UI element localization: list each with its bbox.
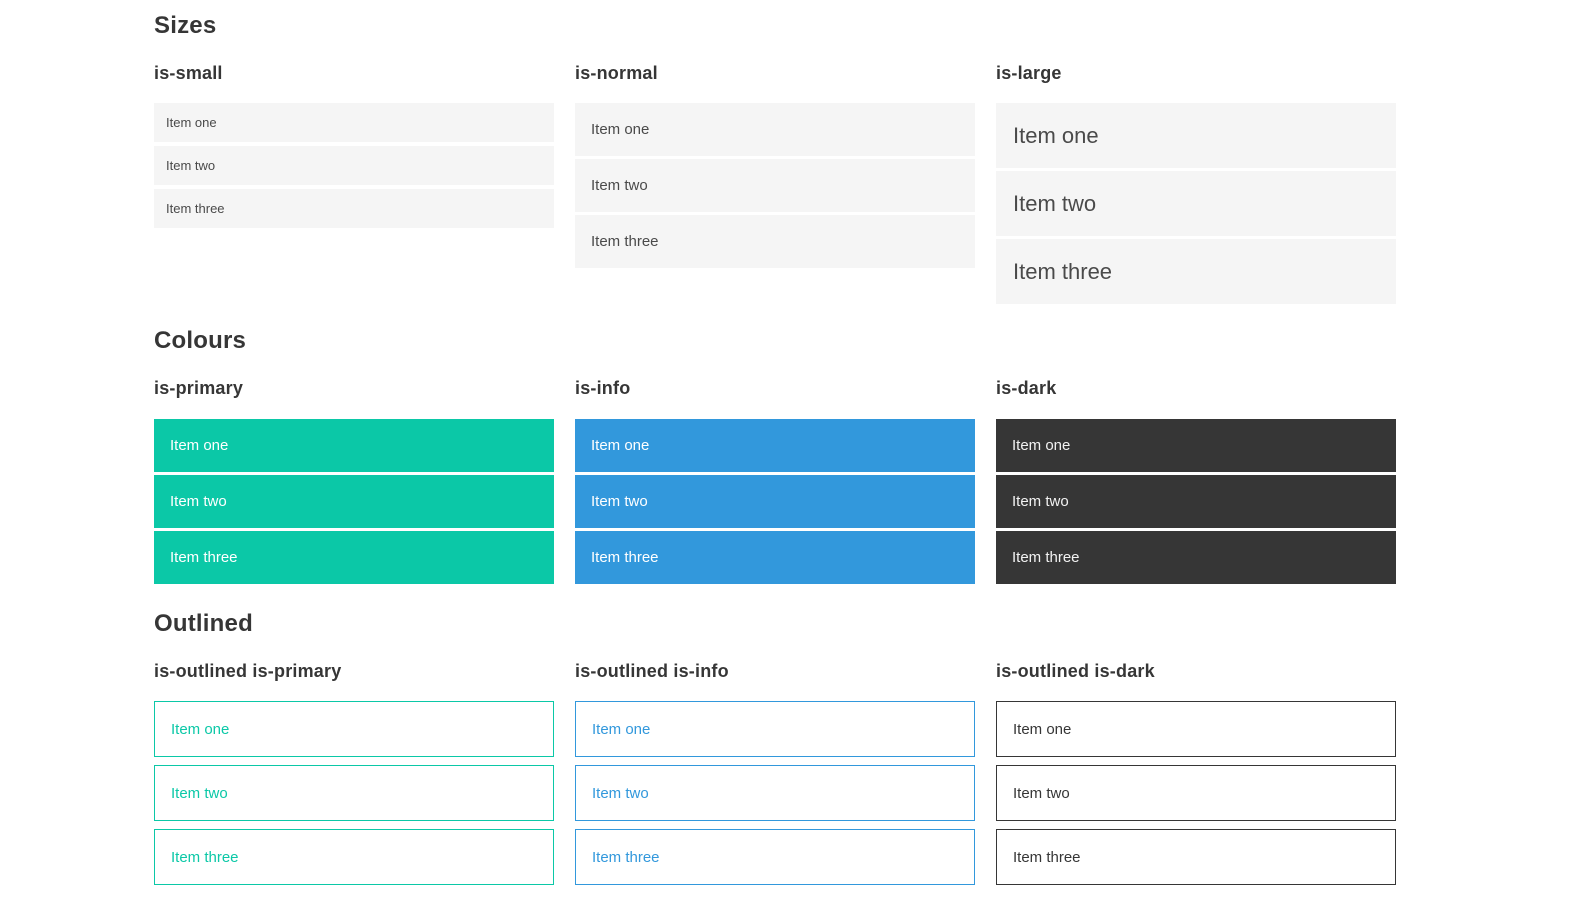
list-group-is-large: is-large Item one Item two Item three	[996, 63, 1396, 308]
list-group-is-outlined-is-info: is-outlined is-info Item one Item two It…	[575, 661, 975, 894]
list-group-caption: is-small	[154, 62, 223, 83]
list-item[interactable]: Item one	[154, 701, 554, 758]
list-outlined-dark: Item one Item two Item three	[996, 701, 1396, 886]
list-small: Item one Item two Item three	[154, 103, 554, 229]
sizes-columns: is-small Item one Item two Item three is…	[154, 63, 1396, 308]
list-item[interactable]: Item three	[154, 829, 554, 886]
list-outlined-info: Item one Item two Item three	[575, 701, 975, 886]
section-title-colours: Colours	[154, 327, 247, 355]
list-group-is-primary: is-primary Item one Item two Item three	[154, 378, 554, 584]
list-item[interactable]: Item two	[575, 474, 975, 528]
list-item[interactable]: Item three	[575, 530, 975, 584]
section-colours: Colours is-primary Item one Item two Ite…	[154, 327, 1396, 584]
colours-columns: is-primary Item one Item two Item three …	[154, 378, 1396, 584]
list-item[interactable]: Item three	[996, 530, 1396, 584]
list-item[interactable]: Item three	[996, 239, 1396, 305]
list-group-caption: is-outlined is-primary	[154, 660, 342, 681]
list-item[interactable]: Item one	[575, 701, 975, 758]
list-large: Item one Item two Item three	[996, 103, 1396, 305]
list-item[interactable]: Item three	[996, 829, 1396, 886]
list-group-is-info: is-info Item one Item two Item three	[575, 378, 975, 584]
list-group-is-dark: is-dark Item one Item two Item three	[996, 378, 1396, 584]
list-item[interactable]: Item two	[575, 159, 975, 213]
section-sizes: Sizes is-small Item one Item two Item th…	[154, 12, 1396, 307]
list-item[interactable]: Item three	[575, 829, 975, 886]
list-info: Item one Item two Item three	[575, 418, 975, 584]
list-item[interactable]: Item two	[154, 146, 554, 186]
list-item[interactable]: Item three	[154, 189, 554, 229]
list-item[interactable]: Item one	[996, 103, 1396, 169]
list-group-caption: is-info	[575, 378, 631, 399]
list-group-is-normal: is-normal Item one Item two Item three	[575, 63, 975, 272]
list-group-caption: is-outlined is-info	[575, 660, 729, 681]
list-group-is-outlined-is-primary: is-outlined is-primary Item one Item two…	[154, 661, 554, 894]
list-item[interactable]: Item two	[996, 765, 1396, 822]
list-dark: Item one Item two Item three	[996, 418, 1396, 584]
list-group-caption: is-outlined is-dark	[996, 660, 1155, 681]
outlined-columns: is-outlined is-primary Item one Item two…	[154, 661, 1396, 894]
list-item[interactable]: Item one	[575, 418, 975, 472]
list-item[interactable]: Item two	[575, 765, 975, 822]
list-item[interactable]: Item two	[996, 171, 1396, 237]
list-item[interactable]: Item two	[996, 474, 1396, 528]
list-group-caption: is-large	[996, 62, 1062, 83]
list-primary: Item one Item two Item three	[154, 418, 554, 584]
list-item[interactable]: Item two	[154, 765, 554, 822]
list-item[interactable]: Item three	[154, 530, 554, 584]
list-group-is-outlined-is-dark: is-outlined is-dark Item one Item two It…	[996, 661, 1396, 894]
list-item[interactable]: Item one	[575, 103, 975, 157]
list-item[interactable]: Item one	[154, 103, 554, 143]
list-group-caption: is-dark	[996, 378, 1057, 399]
section-outlined: Outlined is-outlined is-primary Item one…	[154, 610, 1396, 893]
section-title-sizes: Sizes	[154, 12, 217, 39]
list-group-is-small: is-small Item one Item two Item three	[154, 63, 554, 233]
list-normal: Item one Item two Item three	[575, 103, 975, 269]
list-item[interactable]: Item one	[154, 418, 554, 472]
list-group-caption: is-normal	[575, 62, 658, 83]
list-group-caption: is-primary	[154, 378, 244, 399]
list-item[interactable]: Item three	[575, 215, 975, 269]
section-title-outlined: Outlined	[154, 609, 253, 637]
list-item[interactable]: Item one	[996, 418, 1396, 472]
list-item[interactable]: Item two	[154, 474, 554, 528]
list-item[interactable]: Item one	[996, 701, 1396, 758]
list-outlined-primary: Item one Item two Item three	[154, 701, 554, 886]
